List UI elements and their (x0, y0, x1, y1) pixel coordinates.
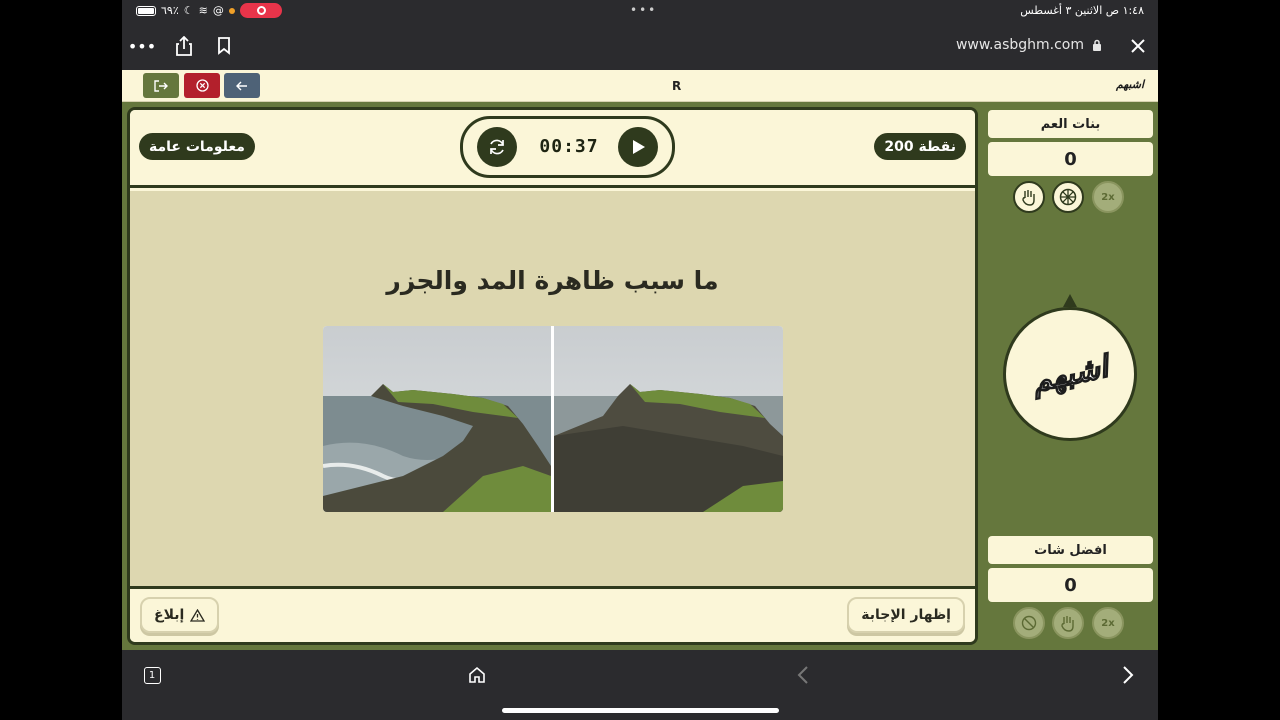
tabs-button[interactable]: 1 (139, 662, 165, 688)
status-indicators: ٦٩٪ ☾ ≋ @ (136, 4, 235, 17)
tab-count: 1 (143, 666, 161, 684)
warning-icon (190, 608, 206, 622)
bookmark-icon (218, 37, 230, 55)
category-badge: معلومات عامة (139, 133, 255, 160)
logout-icon (154, 79, 168, 92)
share-icon (176, 36, 192, 56)
high-tide-photo (323, 326, 551, 512)
refresh-icon (490, 139, 504, 155)
team-1-double-aid[interactable]: 2x (1092, 181, 1124, 213)
timer-control: 00:37 (460, 116, 675, 178)
question-panel: معلومات عامة 00:37 200 نقطة ما سبب ظاهرة… (127, 107, 978, 645)
spinner-pointer-icon (1063, 294, 1077, 307)
spinner-logo: اشبهم (1028, 348, 1111, 400)
team-1-wheel-aid[interactable] (1052, 181, 1084, 213)
team-2-block-aid[interactable] (1013, 607, 1045, 639)
team-1-score: 0 (988, 142, 1153, 176)
wifi-icon: ≋ (198, 4, 208, 17)
battery-icon (136, 5, 156, 16)
address-bar[interactable]: www.asbghm.com (956, 37, 1102, 53)
game-page: R اشبهم معلومات عامة 00:37 200 نقطة ما س… (122, 70, 1158, 650)
chevron-right-icon (1123, 666, 1134, 684)
question-header: معلومات عامة 00:37 200 نقطة (130, 110, 975, 188)
browser-toolbar: ••• www.asbghm.com (122, 22, 1158, 70)
team-1-name: بنات العم (988, 110, 1153, 138)
status-datetime: ١:٤٨ ص الاثنين ٣ أغسطس (1020, 4, 1144, 17)
screen-recording-indicator[interactable] (240, 3, 282, 18)
question-text: ما سبب ظاهرة المد والجزر (386, 266, 719, 295)
team-2-hand-aid[interactable] (1052, 607, 1084, 639)
team-2-double-aid[interactable]: 2x (1092, 607, 1124, 639)
team-1-hand-aid[interactable] (1013, 181, 1045, 213)
room-code: R (672, 79, 682, 93)
mic-indicator-icon (228, 7, 235, 14)
hand-icon (1022, 190, 1035, 206)
back-button[interactable] (224, 73, 260, 98)
share-button[interactable] (172, 34, 196, 58)
at-icon: @ (212, 4, 224, 17)
team-2-score: 0 (988, 568, 1153, 602)
home-button[interactable] (464, 662, 490, 688)
turn-spinner[interactable]: اشبهم (1003, 307, 1137, 441)
url-text: www.asbghm.com (955, 37, 1084, 53)
arrow-left-icon (236, 81, 247, 90)
end-game-button[interactable] (184, 73, 220, 98)
wheel-icon (1059, 188, 1077, 206)
lock-icon (1093, 39, 1101, 51)
exit-game-button[interactable] (143, 73, 179, 98)
play-icon (633, 140, 645, 154)
screen: ٦٩٪ ☾ ≋ @ ••• ١:٤٨ ص الاثنين ٣ أغسطس •••… (0, 0, 1280, 720)
site-logo[interactable]: اشبهم (1116, 78, 1144, 91)
close-browser-button[interactable] (1126, 34, 1150, 58)
low-tide-photo (554, 326, 783, 512)
home-indicator[interactable] (502, 708, 779, 713)
more-options-icon[interactable]: ••• (128, 34, 156, 58)
hand-icon (1061, 616, 1074, 632)
play-timer-button[interactable] (618, 127, 658, 167)
timer-display: 00:37 (539, 136, 599, 157)
team-2-name: افضل شات (988, 536, 1153, 564)
block-icon (1021, 615, 1037, 631)
multitasking-dots-icon[interactable]: ••• (630, 3, 657, 17)
record-icon (256, 6, 266, 15)
reset-timer-button[interactable] (477, 127, 517, 167)
points-badge: 200 نقطة (874, 133, 966, 160)
question-footer: إبلاغ إظهار الإجابة (130, 586, 975, 642)
home-icon (469, 666, 485, 683)
teams-sidebar: بنات العم 0 2x اشبهم افضل شات 0 2x (984, 107, 1158, 650)
show-answer-label: إظهار الإجابة (861, 607, 951, 623)
browser-bottom-bar: 1 (122, 650, 1158, 720)
bookmark-button[interactable] (212, 34, 236, 58)
question-image (323, 326, 783, 512)
forward-nav-button[interactable] (1115, 662, 1141, 688)
close-circle-icon (195, 79, 209, 92)
game-header: R اشبهم (122, 70, 1158, 102)
report-button[interactable]: إبلاغ (140, 597, 220, 633)
question-body: ما سبب ظاهرة المد والجزر (130, 191, 975, 586)
show-answer-button[interactable]: إظهار الإجابة (847, 597, 965, 633)
report-label: إبلاغ (154, 607, 185, 623)
moon-icon: ☾ (183, 4, 194, 17)
close-icon (1131, 39, 1145, 53)
chevron-left-icon (797, 666, 808, 684)
status-bar: ٦٩٪ ☾ ≋ @ ••• ١:٤٨ ص الاثنين ٣ أغسطس (122, 0, 1158, 22)
battery-percent: ٦٩٪ (161, 4, 179, 17)
back-nav-button[interactable] (790, 662, 816, 688)
